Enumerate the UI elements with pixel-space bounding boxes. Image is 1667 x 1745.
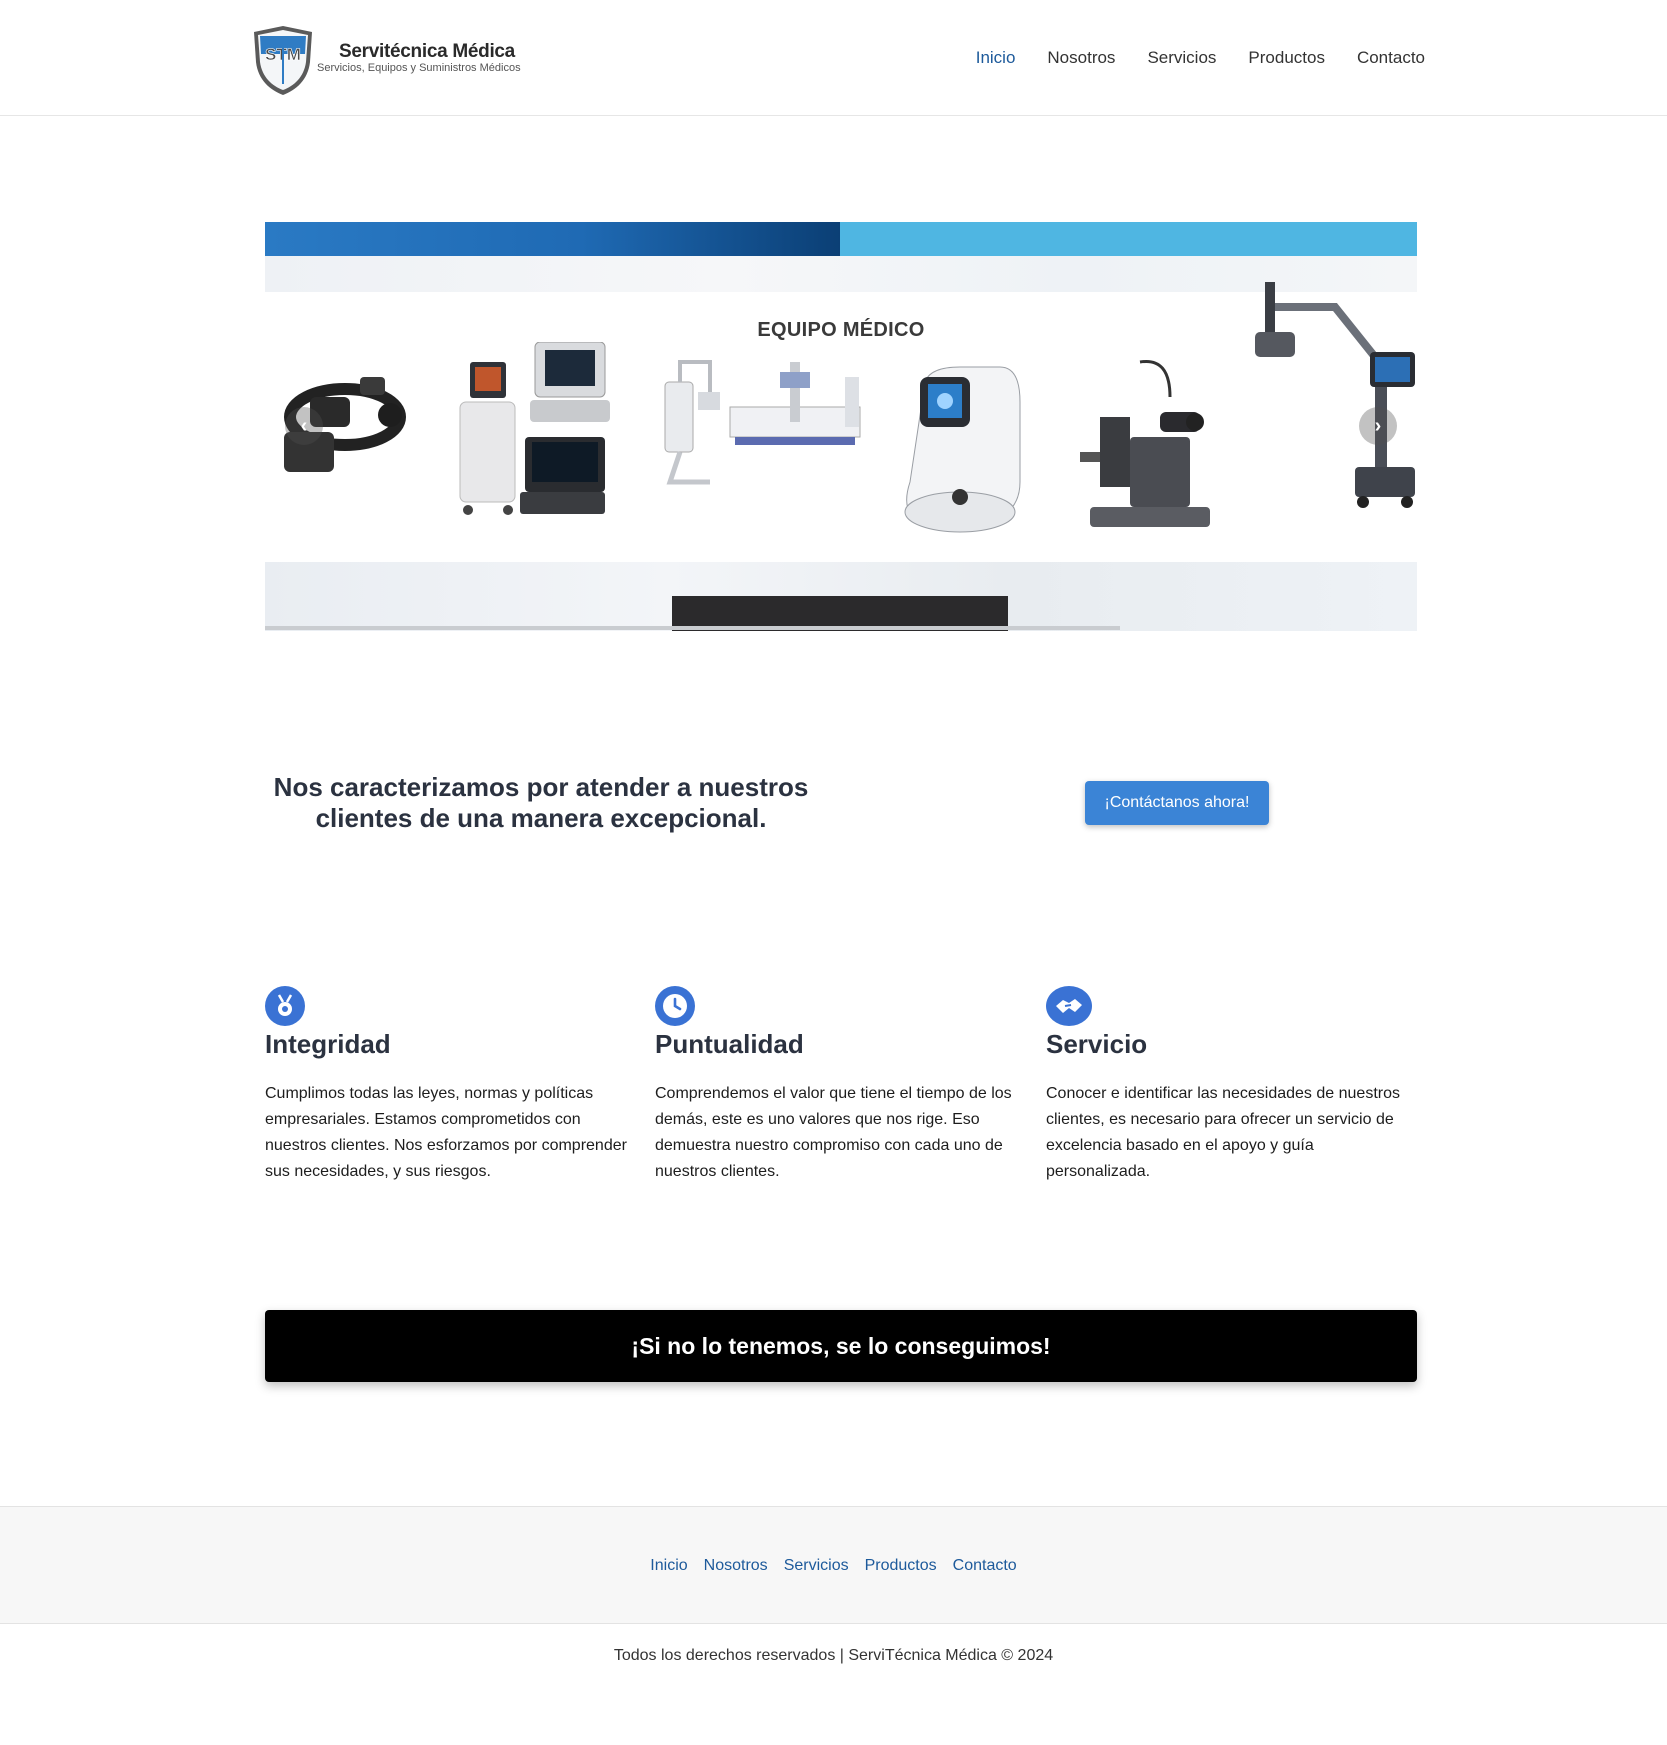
value-text: Cumplimos todas las leyes, normas y polí… bbox=[265, 1085, 627, 1180]
hero-slider: EQUIPO MÉDICO ‹ › bbox=[265, 222, 1417, 631]
value-integridad: Integridad Cumplimos todas las leyes, no… bbox=[265, 986, 635, 1185]
value-servicio: Servicio Conocer e identificar las neces… bbox=[1046, 986, 1416, 1185]
nav-nosotros[interactable]: Nosotros bbox=[1047, 48, 1115, 68]
medal-icon bbox=[265, 986, 305, 1026]
nav-inicio[interactable]: Inicio bbox=[976, 48, 1016, 68]
copyright: Todos los derechos reservados | ServiTéc… bbox=[613, 1647, 1054, 1664]
footer-link-productos[interactable]: Productos bbox=[865, 1557, 937, 1575]
clock-icon bbox=[655, 986, 695, 1026]
chevron-left-icon: ‹ bbox=[300, 414, 308, 437]
footer-link-contacto[interactable]: Contacto bbox=[953, 1557, 1017, 1575]
value-text: Conocer e identificar las necesidades de… bbox=[1046, 1085, 1400, 1180]
main-nav: Inicio Nosotros Servicios Productos Cont… bbox=[976, 48, 1425, 68]
slide-progress-line bbox=[265, 626, 1120, 630]
ultrasound-image bbox=[459, 342, 610, 515]
site-header: STM Servitécnica Médica Servicios, Equip… bbox=[0, 0, 1667, 116]
nav-contacto[interactable]: Contacto bbox=[1357, 48, 1425, 68]
footer-link-nosotros[interactable]: Nosotros bbox=[704, 1557, 768, 1575]
slide-bar-left bbox=[265, 222, 840, 256]
brand-name: Servitécnica Médica bbox=[339, 41, 515, 62]
nav-servicios[interactable]: Servicios bbox=[1147, 48, 1216, 68]
brand-tagline: Servicios, Equipos y Suministros Médicos bbox=[317, 62, 521, 74]
site-footer: Inicio Nosotros Servicios Productos Cont… bbox=[0, 1506, 1667, 1624]
footer-nav: Inicio Nosotros Servicios Productos Cont… bbox=[0, 1557, 1667, 1575]
slide-bar-right bbox=[840, 222, 1417, 256]
slit-lamp-image bbox=[1080, 359, 1210, 527]
value-title: Puntualidad bbox=[655, 1029, 804, 1059]
value-title: Servicio bbox=[1046, 1029, 1148, 1059]
promo-banner: ¡Si no lo tenemos, se lo conseguimos! bbox=[265, 1310, 1417, 1382]
shield-logo-icon: STM bbox=[254, 26, 312, 95]
nav-productos[interactable]: Productos bbox=[1248, 48, 1325, 68]
chevron-right-icon: › bbox=[1374, 414, 1382, 437]
slider-prev-button[interactable]: ‹ bbox=[285, 407, 323, 445]
value-puntualidad: Puntualidad Comprendemos el valor que ti… bbox=[655, 986, 1025, 1185]
xray-image bbox=[664, 360, 861, 485]
surgical-microscope-image bbox=[1255, 282, 1415, 508]
value-text: Comprendemos el valor que tiene el tiemp… bbox=[655, 1085, 1012, 1180]
contact-now-button[interactable]: ¡Contáctanos ahora! bbox=[1085, 781, 1269, 825]
footer-link-inicio[interactable]: Inicio bbox=[650, 1557, 687, 1575]
handshake-icon bbox=[1046, 986, 1092, 1026]
cta-heading: Nos caracterizamos por atender a nuestro… bbox=[273, 772, 809, 833]
autorefractor-image bbox=[904, 366, 1021, 533]
value-title: Integridad bbox=[265, 1029, 391, 1059]
footer-link-servicios[interactable]: Servicios bbox=[784, 1557, 849, 1575]
slider-next-button[interactable]: › bbox=[1359, 407, 1397, 445]
logo[interactable]: STM Servitécnica Médica Servicios, Equip… bbox=[250, 24, 550, 98]
